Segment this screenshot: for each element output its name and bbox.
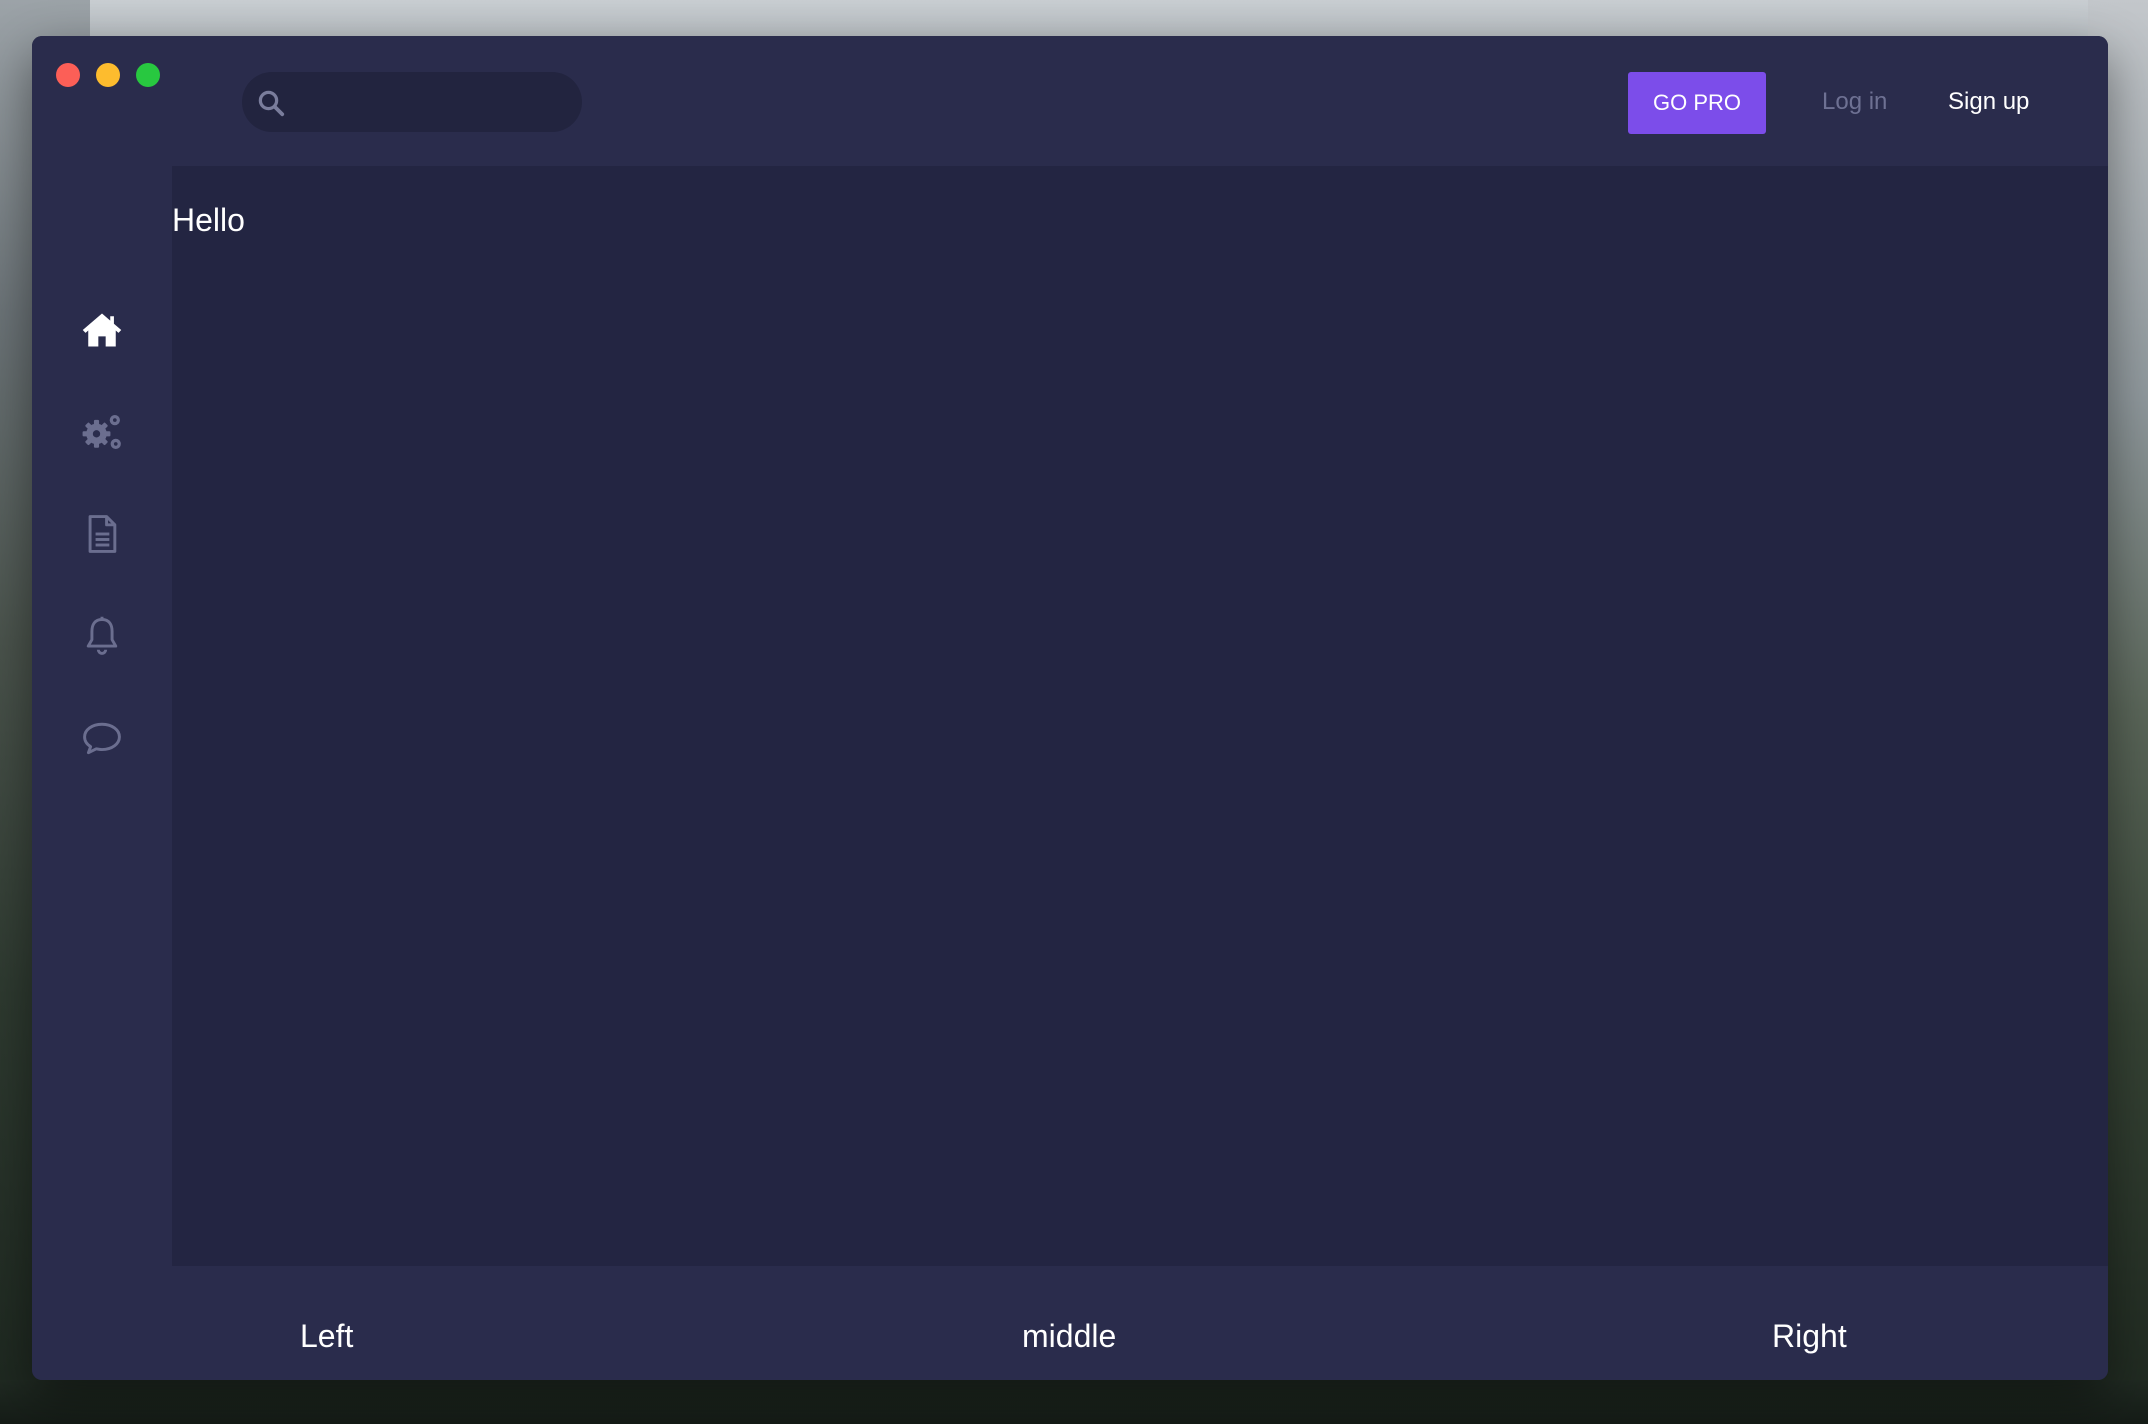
home-icon	[82, 313, 122, 347]
maximize-window-button[interactable]	[136, 63, 160, 87]
desktop-trees	[0, 1380, 2148, 1424]
sidebar-item-settings[interactable]	[78, 408, 126, 456]
search-icon[interactable]	[256, 88, 286, 118]
bell-icon	[86, 616, 118, 655]
document-icon	[88, 515, 117, 553]
gears-icon	[82, 414, 121, 450]
sidebar-item-documents[interactable]	[78, 510, 126, 558]
search-box[interactable]	[242, 72, 582, 132]
minimize-window-button[interactable]	[96, 63, 120, 87]
signup-link[interactable]: Sign up	[1948, 84, 2029, 120]
footer-middle-label: middle	[1022, 1318, 1117, 1354]
header-bar: GO PRO Log in Sign up	[32, 36, 2108, 166]
app-window: GO PRO Log in Sign up Hello Left middle …	[32, 36, 2108, 1380]
search-input[interactable]	[298, 82, 568, 122]
sidebar-item-home[interactable]	[78, 306, 126, 354]
page-heading: Hello	[172, 202, 245, 238]
main-content: Hello	[172, 166, 2108, 1266]
chat-bubble-icon	[83, 722, 121, 755]
footer-bar: Left middle Right	[32, 1266, 2108, 1380]
login-link[interactable]: Log in	[1822, 84, 1887, 120]
close-window-button[interactable]	[56, 63, 80, 87]
sidebar-item-messages[interactable]	[78, 714, 126, 762]
sidebar-item-notifications[interactable]	[78, 612, 126, 660]
sidebar	[32, 166, 172, 1266]
go-pro-button[interactable]: GO PRO	[1628, 72, 1766, 134]
footer-left-label: Left	[300, 1318, 354, 1354]
footer-right-label: Right	[1772, 1318, 1847, 1354]
